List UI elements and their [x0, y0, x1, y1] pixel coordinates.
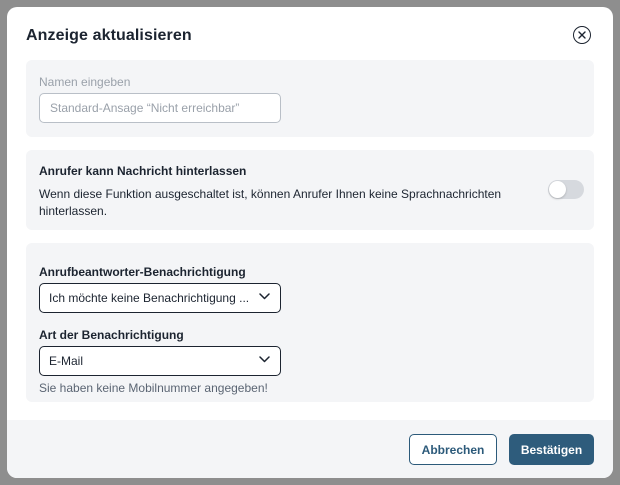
cancel-button[interactable]: Abbrechen: [409, 434, 497, 465]
close-button[interactable]: [573, 26, 591, 44]
voicemail-section: Anrufer kann Nachricht hinterlassen Wenn…: [26, 150, 594, 230]
chevron-down-icon: [259, 293, 270, 300]
chevron-down-icon: [259, 356, 270, 363]
dialog-footer: Abbrechen Bestätigen: [7, 420, 613, 478]
type-label: Art der Benachrichtigung: [39, 328, 184, 342]
mobile-number-hint: Sie haben keine Mobilnummer angegeben!: [39, 381, 268, 395]
toggle-knob: [549, 181, 566, 198]
update-dialog: Anzeige aktualisieren Namen eingeben Anr…: [7, 7, 613, 478]
name-label: Namen eingeben: [39, 75, 131, 89]
confirm-button[interactable]: Bestätigen: [509, 434, 594, 465]
voicemail-toggle[interactable]: [548, 180, 584, 199]
type-select[interactable]: E-Mail: [39, 346, 281, 376]
notification-section: Anrufbeantworter-Benachrichtigung Ich mö…: [26, 243, 594, 402]
voicemail-description: Wenn diese Funktion ausgeschaltet ist, k…: [39, 187, 502, 218]
notify-label: Anrufbeantworter-Benachrichtigung: [39, 265, 246, 279]
type-select-value: E-Mail: [49, 354, 84, 368]
voicemail-title: Anrufer kann Nachricht hinterlassen: [39, 164, 247, 178]
notify-select-value: Ich möchte keine Benachrichtigung ...: [49, 291, 249, 305]
dialog-title: Anzeige aktualisieren: [26, 27, 192, 44]
notify-select[interactable]: Ich möchte keine Benachrichtigung ...: [39, 283, 281, 313]
name-input[interactable]: [39, 93, 281, 123]
close-icon: [578, 31, 586, 39]
name-section: Namen eingeben: [26, 60, 594, 137]
